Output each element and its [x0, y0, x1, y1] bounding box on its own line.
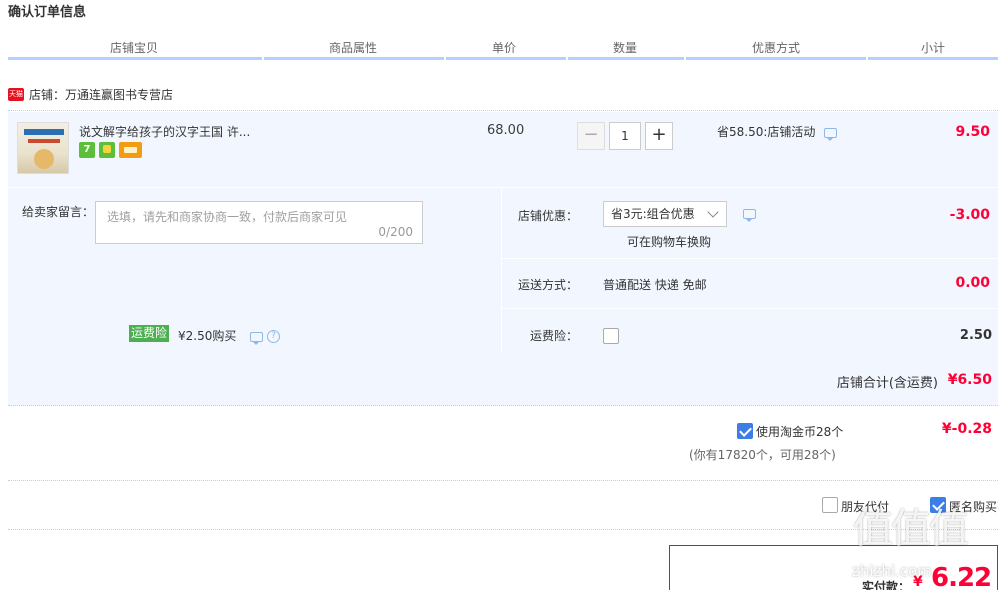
unit-price: 68.00 — [487, 123, 525, 138]
shop-discount-selected: 省3元:组合优惠 — [611, 207, 695, 221]
use-coins-label[interactable]: 使用淘金币28个 — [756, 423, 843, 440]
tmall-icon: 天猫 — [8, 88, 24, 101]
col-unit-price: 单价 — [492, 41, 517, 55]
shipping-method: 普通配送 快递 免邮 — [603, 278, 707, 292]
page-title: 确认订单信息 — [8, 5, 87, 20]
insurance-amount: 2.50 — [959, 328, 992, 343]
seller-message-input[interactable]: 选填，请先和商家协商一致，付款后商家可见 0/200 — [95, 201, 423, 244]
product-thumbnail[interactable] — [17, 122, 69, 174]
shop-row: 天猫 店铺：万通连赢图书专营店 — [8, 85, 998, 111]
taobao-coins-row: 使用淘金币28个 (你有17820个，可用28个) ¥-0.28 — [8, 407, 998, 481]
watermark-url: zhizhi.com — [852, 562, 932, 580]
shop-discount-amount: -3.00 — [949, 207, 990, 223]
col-shop-item: 店铺宝贝 — [110, 41, 159, 55]
col-quantity: 数量 — [613, 41, 638, 55]
order-item-row: 说文解字给孩子的汉字王国 许... 7 68.00 − 1 + 省58.50:店… — [8, 112, 998, 187]
guarantee-icon[interactable] — [99, 142, 115, 158]
header-divider — [8, 57, 262, 60]
header-divider — [264, 57, 444, 60]
shipping-label: 运送方式： — [517, 278, 578, 292]
shop-discount-select[interactable]: 省3元:组合优惠 — [603, 201, 727, 227]
swap-in-cart-note: 可在购物车换购 — [627, 235, 712, 249]
header-divider — [868, 57, 998, 60]
shop-total-label: 店铺合计(含运费) — [836, 376, 938, 391]
shop-discount-row: 店铺优惠： 省3元:组合优惠 可在购物车换购 -3.00 — [502, 188, 998, 259]
total-amount: 6.22 — [931, 563, 992, 590]
payment-options-row: 朋友代付 匿名购买 — [8, 482, 998, 530]
use-coins-checkbox[interactable] — [737, 423, 753, 439]
seven-day-return-icon[interactable]: 7 — [79, 142, 95, 158]
coins-balance-note: (你有17820个，可用28个) — [689, 448, 836, 462]
message-char-count: 0/200 — [378, 225, 413, 239]
watermark-logo: 值值值 — [853, 506, 969, 552]
chevron-down-icon — [707, 206, 719, 218]
credit-card-icon[interactable] — [119, 142, 142, 158]
coins-amount: ¥-0.28 — [941, 421, 992, 437]
header-divider — [446, 57, 566, 60]
insurance-tag: 运费险 — [129, 325, 170, 342]
table-header: 店铺宝贝 商品属性 单价 数量 优惠方式 小计 — [8, 35, 998, 61]
shipping-row: 运送方式： 普通配送 快递 免邮 0.00 — [502, 259, 998, 309]
item-discount: 省58.50:店铺活动 — [717, 123, 838, 141]
shipping-amount: 0.00 — [955, 275, 990, 291]
col-subtotal: 小计 — [921, 41, 946, 55]
chat-icon[interactable] — [824, 127, 838, 141]
item-subtotal: 9.50 — [955, 124, 990, 140]
insurance-row: 运费险： — [502, 309, 998, 354]
product-title-link[interactable]: 说文解字给孩子的汉字王国 许... — [79, 123, 250, 140]
quantity-input[interactable]: 1 — [609, 122, 641, 150]
item-discount-text: 省58.50:店铺活动 — [717, 125, 816, 139]
header-divider — [568, 57, 684, 60]
shop-total-amount: ¥6.50 — [947, 372, 992, 388]
insurance-price-text: ¥2.50购买 — [178, 329, 237, 343]
header-divider — [686, 57, 866, 60]
order-extras: 给卖家留言： 选填，请先和商家协商一致，付款后商家可见 0/200 店铺优惠： … — [8, 188, 998, 354]
friend-pay-checkbox[interactable] — [822, 497, 838, 513]
col-discount: 优惠方式 — [752, 41, 801, 55]
insurance-label: 运费险： — [529, 329, 578, 343]
shop-total-row: 店铺合计(含运费) ¥6.50 — [8, 354, 998, 406]
shop-name-link[interactable]: 店铺：万通连赢图书专营店 — [29, 86, 173, 103]
decrease-quantity-button[interactable]: − — [577, 122, 605, 150]
insurance-price: ¥2.50购买 ? — [178, 327, 281, 345]
shop-discount-label: 店铺优惠： — [517, 209, 578, 223]
insurance-checkbox[interactable] — [603, 328, 619, 344]
chat-icon[interactable] — [743, 209, 756, 222]
chat-icon[interactable] — [250, 331, 264, 345]
message-placeholder: 选填，请先和商家协商一致，付款后商家可见 — [107, 210, 348, 224]
message-label: 给卖家留言： — [22, 205, 95, 219]
help-icon[interactable]: ? — [267, 330, 281, 343]
col-attributes: 商品属性 — [329, 41, 378, 55]
increase-quantity-button[interactable]: + — [645, 122, 673, 150]
